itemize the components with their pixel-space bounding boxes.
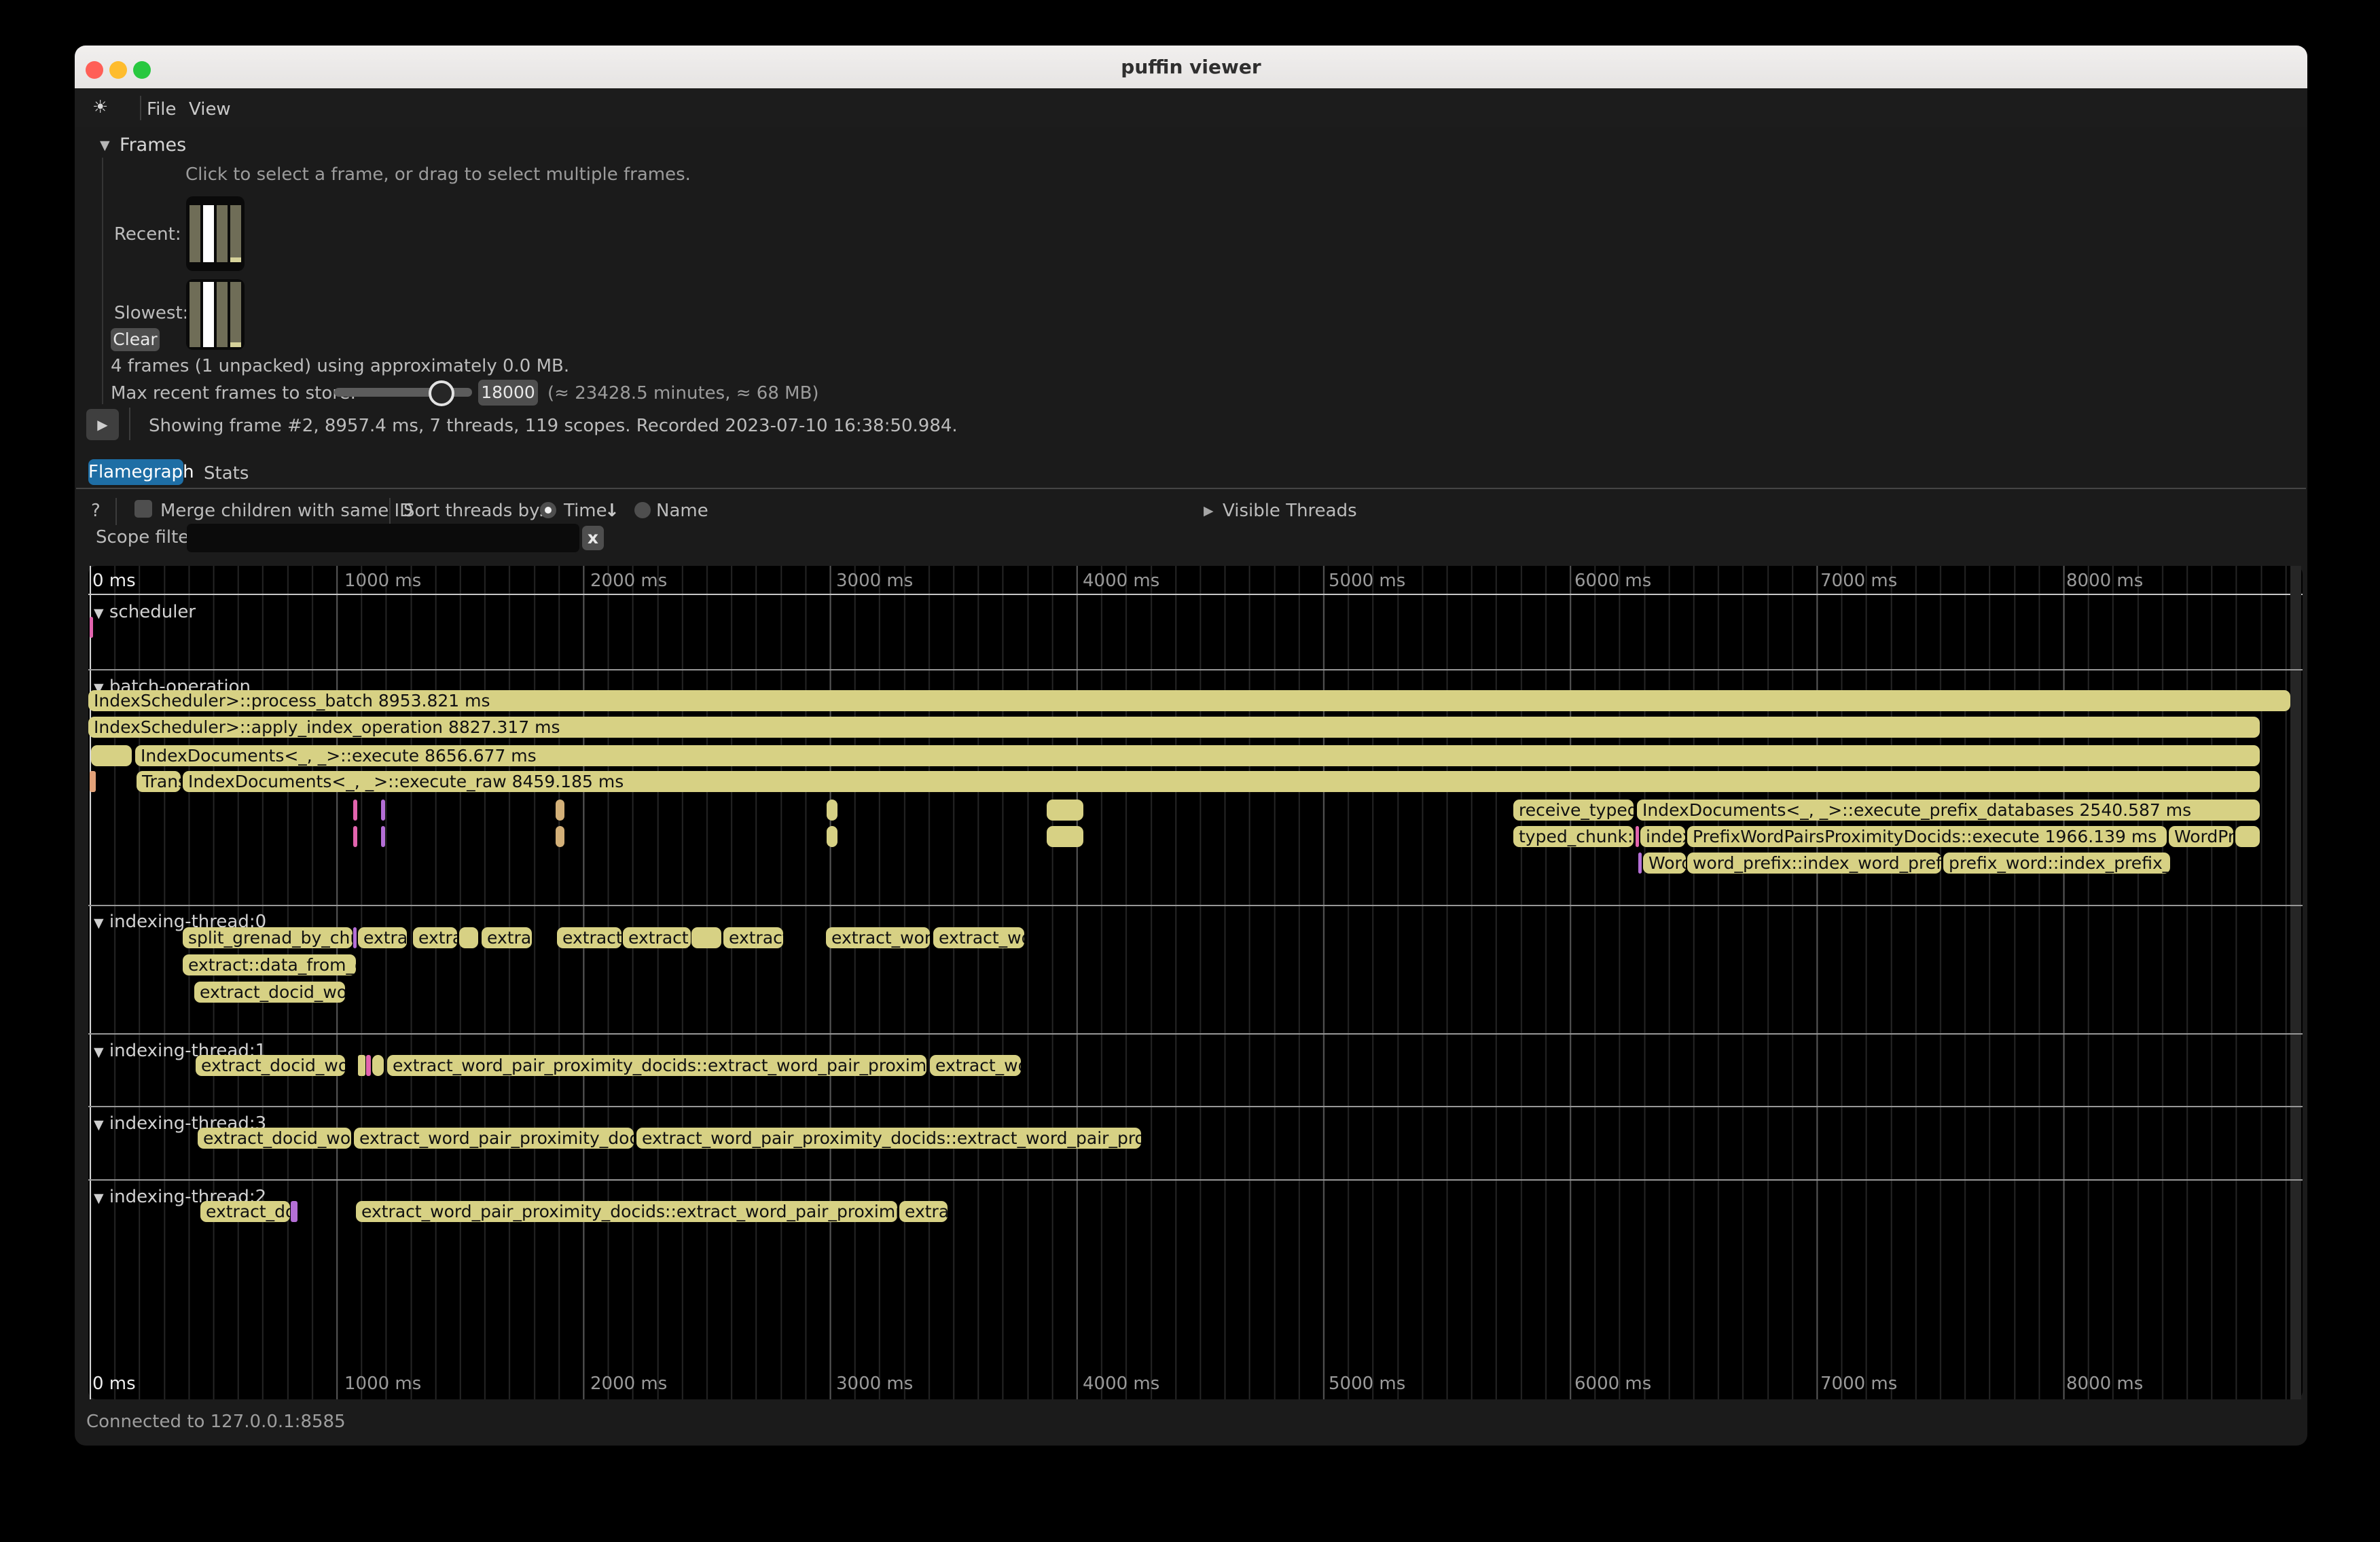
- collapse-icon[interactable]: ▼: [94, 916, 104, 931]
- flame-bar[interactable]: extract_docid_wor: [194, 982, 345, 1003]
- axis-tick-label: 6000 ms: [1574, 571, 1651, 591]
- axis-tick-label: 5000 ms: [1329, 1374, 1405, 1394]
- flame-bar[interactable]: extract_word_pair_proximity_docids::extr…: [387, 1055, 926, 1076]
- flame-bar[interactable]: [372, 1055, 384, 1076]
- flame-bar[interactable]: extract_word_pair_proximity_docids::extr…: [636, 1128, 1141, 1149]
- flame-bar[interactable]: [358, 1055, 365, 1076]
- flame-bar[interactable]: IndexScheduler>::process_batch 8953.821 …: [88, 690, 2290, 711]
- axis-tick-label: 4000 ms: [1083, 571, 1159, 591]
- flame-bar[interactable]: [381, 826, 385, 847]
- axis-tick-label: 2000 ms: [590, 571, 667, 591]
- flame-bar[interactable]: [556, 800, 564, 821]
- flame-bar[interactable]: extra: [413, 927, 457, 948]
- axis-tick-label: 2000 ms: [590, 1374, 667, 1394]
- axis-tick-label: 4000 ms: [1083, 1374, 1159, 1394]
- axis-tick-label: 8000 ms: [2066, 571, 2143, 591]
- flame-bar[interactable]: [90, 617, 93, 638]
- flame-bar[interactable]: extract_wo: [930, 1055, 1021, 1076]
- flame-bar[interactable]: [827, 800, 837, 821]
- axis-tick-label: 0 ms: [92, 571, 136, 591]
- flame-bar[interactable]: extract: [723, 927, 783, 948]
- status-bar: Connected to 127.0.0.1:8585: [86, 1412, 346, 1432]
- flame-bar[interactable]: [381, 800, 385, 821]
- flame-bar[interactable]: [291, 1201, 298, 1222]
- flame-bar[interactable]: [459, 927, 478, 948]
- flamegraph-layer: 0 ms 0 ms 1000 ms 1000 ms 2000 ms 2000 ms 3000…: [0, 0, 2380, 1542]
- flame-bar[interactable]: extract_docid_word: [198, 1128, 351, 1149]
- flame-bar[interactable]: IndexDocuments<_, _>::execute 8656.677 m…: [135, 745, 2260, 766]
- flame-bar[interactable]: extract::data_from_ob: [183, 954, 356, 975]
- flame-bar[interactable]: [1047, 826, 1083, 847]
- collapse-icon[interactable]: ▼: [94, 606, 104, 621]
- flame-bar[interactable]: [90, 771, 96, 792]
- thread-separator: [88, 1179, 2303, 1181]
- flame-bar[interactable]: split_grenad_by_chun: [183, 927, 353, 948]
- flame-bar[interactable]: extrac: [482, 927, 532, 948]
- axis-tick-label: 6000 ms: [1574, 1374, 1651, 1394]
- flame-bar[interactable]: [2235, 826, 2260, 847]
- flame-bar[interactable]: [366, 1055, 371, 1076]
- axis-tick-label: 7000 ms: [1820, 571, 1897, 591]
- flame-bar[interactable]: extract_docid_word: [196, 1055, 345, 1076]
- flame-bar[interactable]: extract_word_pair_proximity_docids::extr…: [356, 1201, 897, 1222]
- axis-tick-label: 3000 ms: [836, 1374, 913, 1394]
- flame-bar[interactable]: extract_: [623, 927, 691, 948]
- flame-bar[interactable]: index: [1640, 826, 1685, 847]
- flame-bar[interactable]: [1636, 826, 1639, 847]
- axis-tick-label: 5000 ms: [1329, 571, 1405, 591]
- flame-bar[interactable]: [353, 826, 357, 847]
- flame-bar[interactable]: extrac: [899, 1201, 948, 1222]
- flame-bar[interactable]: prefix_word::index_prefix_wo: [1943, 853, 2170, 874]
- collapse-icon[interactable]: ▼: [94, 1045, 104, 1060]
- thread-separator: [88, 905, 2303, 906]
- flame-bar[interactable]: IndexDocuments<_, _>::execute_raw 8459.1…: [183, 771, 2260, 792]
- flame-bar[interactable]: [1047, 800, 1083, 821]
- flame-bar[interactable]: extract_: [557, 927, 621, 948]
- axis-tick-label: 0 ms: [92, 1374, 136, 1394]
- flame-bar[interactable]: IndexScheduler>::apply_index_operation 8…: [88, 717, 2260, 738]
- thread-separator: [88, 669, 2303, 670]
- flame-bar[interactable]: [691, 927, 721, 948]
- axis-tick-label: 1000 ms: [344, 571, 421, 591]
- collapse-icon[interactable]: ▼: [94, 1117, 104, 1132]
- flame-bar[interactable]: [353, 927, 357, 948]
- axis-tick-label: 8000 ms: [2066, 1374, 2143, 1394]
- flame-bar[interactable]: PrefixWordPairsProximityDocids::execute …: [1687, 826, 2167, 847]
- flame-bar[interactable]: [353, 800, 357, 821]
- flame-bar[interactable]: word_prefix::index_word_prefix_: [1687, 853, 1941, 874]
- flame-bar[interactable]: typed_chunk::w: [1513, 826, 1634, 847]
- flame-bar[interactable]: extract_word_pair_proximity_docids: [354, 1128, 634, 1149]
- collapse-icon[interactable]: ▼: [94, 1191, 104, 1206]
- flame-bar[interactable]: WordPr: [2169, 826, 2233, 847]
- flame-bar[interactable]: [1638, 853, 1642, 874]
- flame-bar[interactable]: IndexDocuments<_, _>::execute_prefix_dat…: [1637, 800, 2260, 821]
- axis-tick-label: 7000 ms: [1820, 1374, 1897, 1394]
- flame-bar[interactable]: [556, 826, 564, 847]
- flame-bar[interactable]: extract_word: [826, 927, 930, 948]
- flame-bar[interactable]: [827, 826, 837, 847]
- axis-tick-label: 3000 ms: [836, 571, 913, 591]
- flame-bar[interactable]: extract_doc: [200, 1201, 290, 1222]
- thread-header-scheduler[interactable]: ▼ scheduler: [94, 602, 196, 622]
- flame-bar[interactable]: Trans: [137, 771, 181, 792]
- flame-bar[interactable]: extract: [358, 927, 407, 948]
- axis-tick-label: 1000 ms: [344, 1374, 421, 1394]
- flame-bar[interactable]: [91, 745, 132, 766]
- flame-bar[interactable]: extract_wo: [933, 927, 1024, 948]
- thread-separator: [88, 1033, 2303, 1035]
- flame-bar[interactable]: receive_typed_: [1513, 800, 1634, 821]
- thread-separator: [88, 1106, 2303, 1107]
- flame-bar[interactable]: Word: [1643, 853, 1686, 874]
